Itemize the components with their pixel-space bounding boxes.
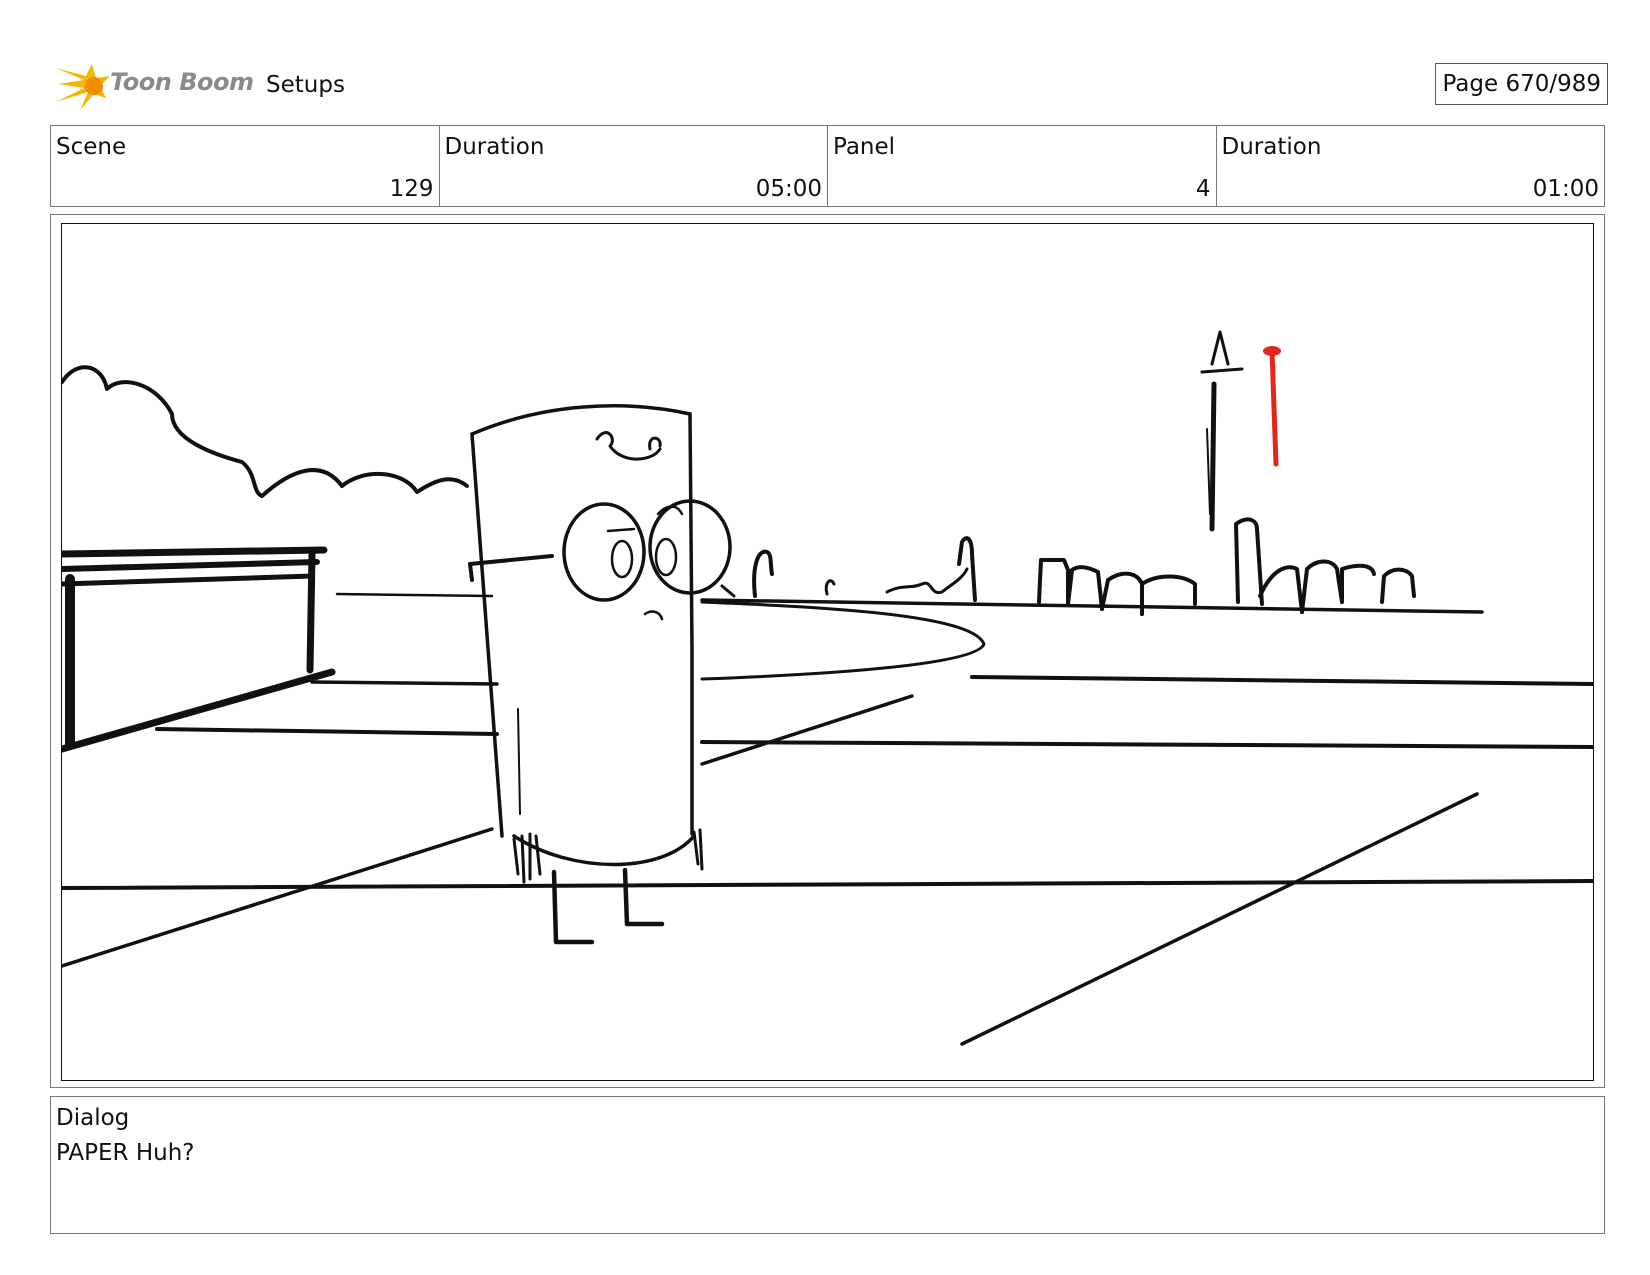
scene-duration-cell: Duration 05:00 [438, 126, 828, 206]
panel-duration-value: 01:00 [1532, 176, 1599, 202]
treeline-sketch [62, 365, 469, 498]
page-header: Toon Boom Setups Page 670/989 [50, 58, 1608, 114]
storyboard-panel-frame [50, 214, 1605, 1088]
section-title: Setups [266, 72, 345, 98]
dialog-label: Dialog [56, 1105, 130, 1131]
bleacher-sketch [62, 546, 336, 753]
scene-value: 129 [389, 176, 434, 202]
skyline-sketch [752, 517, 1416, 616]
storyboard-drawing-area [61, 223, 1594, 1081]
scene-label: Scene [56, 134, 127, 160]
logo-wordmark: Toon Boom [110, 68, 254, 96]
panel-label: Panel [833, 134, 896, 160]
paper-character [468, 404, 736, 945]
toon-boom-star-icon [56, 64, 110, 110]
scene-duration-label: Duration [444, 134, 545, 160]
dialog-text: PAPER Huh? [56, 1140, 195, 1166]
scene-duration-value: 05:00 [755, 176, 822, 202]
panel-duration-label: Duration [1221, 134, 1322, 160]
storyboard-sketch [62, 330, 1593, 1046]
page-indicator: Page 670/989 [1435, 63, 1608, 105]
panel-value: 4 [1195, 176, 1211, 202]
ground-lines [62, 592, 1593, 1046]
red-marker-sketch [1263, 346, 1281, 467]
scene-info-table: Scene 129 Duration 05:00 Panel 4 Duratio… [50, 125, 1605, 207]
toon-boom-logo: Toon Boom [54, 58, 254, 114]
scene-cell: Scene 129 [51, 126, 439, 206]
panel-cell: Panel 4 [827, 126, 1216, 206]
tower-sketch [1200, 330, 1244, 532]
panel-duration-cell: Duration 01:00 [1215, 126, 1605, 206]
dialog-box: Dialog PAPER Huh? [50, 1096, 1605, 1234]
